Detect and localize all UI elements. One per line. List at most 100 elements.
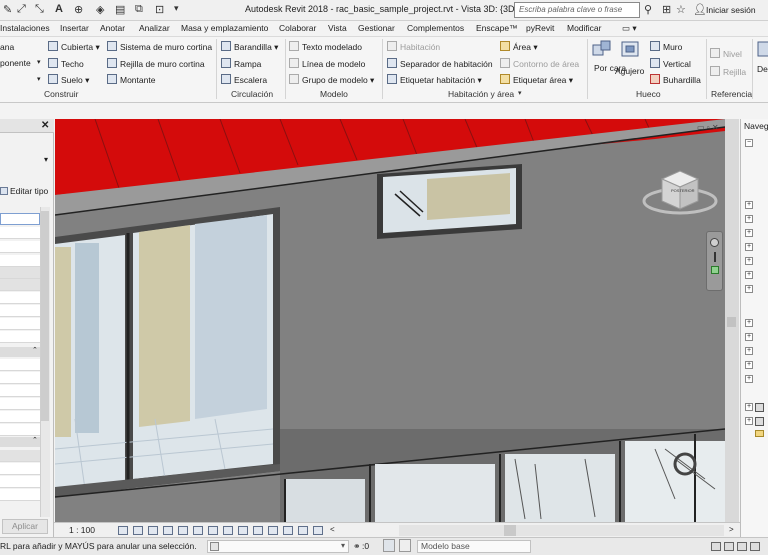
reveal-constraints-icon[interactable] [313,526,323,535]
rendering-icon[interactable] [178,526,188,535]
search-input[interactable]: Escriba palabra clave o frase [514,2,640,18]
steering-wheel-icon[interactable] [710,238,719,247]
ribbon-vertical-opening-button[interactable]: Vertical [650,57,691,71]
tree-collapse-icon[interactable]: − [745,139,753,147]
analytical-model-icon[interactable] [283,526,293,535]
property-row[interactable] [0,318,40,330]
ribbon-area-boundary-button[interactable]: Contorno de área [500,57,579,71]
tree-expand-icon[interactable]: + [745,333,753,341]
tab-masa[interactable]: Masa y emplazamiento [181,23,268,33]
workplane-icon[interactable] [756,40,768,58]
login-link[interactable]: Iniciar sesión [706,5,756,15]
scroll-right-icon[interactable]: > [729,525,734,534]
viewport-vertical-scrollbar[interactable] [725,119,739,522]
property-row[interactable] [0,213,40,225]
user-icon[interactable]: 👤︎ [693,3,707,16]
ribbon-mullion-button[interactable]: Montante [107,73,155,87]
tree-expand-icon[interactable]: + [745,361,753,369]
tab-enscape[interactable]: Enscape™ [476,23,518,33]
tree-expand-icon[interactable]: + [745,319,753,327]
ribbon-roof-button[interactable]: Cubierta ▾ [48,40,100,54]
workplane-label[interactable]: De [757,62,768,76]
tree-expand-icon[interactable]: + [745,229,753,237]
property-row[interactable] [0,279,40,291]
ribbon-curtain-grid-button[interactable]: Rejilla de muro cortina [107,57,205,71]
ribbon-dormer-button[interactable]: Buhardilla [650,73,701,87]
tab-instalaciones[interactable]: Instalaciones [0,23,50,33]
chevron-down-icon[interactable]: ▾ [44,155,48,164]
ribbon-ceiling-button[interactable]: Techo [48,57,84,71]
property-row[interactable] [0,489,40,501]
property-row[interactable] [0,359,40,371]
property-row[interactable] [0,450,40,462]
properties-scroll-thumb[interactable] [41,211,49,421]
chevron-down-icon[interactable]: ▾ [37,73,41,87]
tab-gestionar[interactable]: Gestionar [358,23,395,33]
ribbon-floor-button[interactable]: Suelo ▾ [48,73,89,87]
property-row[interactable] [0,476,40,488]
main-model-dropdown[interactable]: Modelo base [417,540,531,553]
viewcube[interactable]: POSTERIOR [640,165,720,217]
ribbon-tag-area-button[interactable]: Etiquetar área ▾ [500,73,573,87]
chevron-down-icon[interactable]: ▾ [518,89,522,97]
ribbon-item-ventana[interactable]: ana [0,40,14,54]
shadows-icon[interactable] [163,526,173,535]
viewport-horizontal-scrollbar[interactable] [399,525,724,536]
tree-expand-icon[interactable]: + [745,201,753,209]
property-row[interactable] [0,227,40,239]
tab-insertar[interactable]: Insertar [60,23,89,33]
ribbon-area-button[interactable]: Área ▾ [500,40,538,54]
horizontal-scroll-thumb[interactable] [504,525,516,536]
3d-viewport[interactable] [55,119,725,522]
property-row[interactable] [0,424,40,436]
sun-path-icon[interactable] [148,526,158,535]
ribbon-wall-opening-button[interactable]: Muro [650,40,682,54]
crop-view-icon[interactable] [193,526,203,535]
ribbon-level-button[interactable]: Nivel [710,47,742,61]
temp-hide-icon[interactable] [238,526,248,535]
pan-icon[interactable] [714,252,716,262]
section-icon[interactable]: ◈ [96,3,104,16]
reveal-hidden-icon[interactable] [253,526,263,535]
editable-only-icon[interactable] [383,539,395,552]
ribbon-grid-button[interactable]: Rejilla [710,65,746,79]
property-row[interactable] [0,372,40,384]
tree-expand-icon[interactable]: + [745,347,753,355]
vertical-scroll-thumb[interactable] [727,317,736,327]
3d-model-view[interactable] [55,119,725,522]
detail-level-icon[interactable] [118,526,128,535]
opening-by-face-icon[interactable] [592,40,612,58]
property-row[interactable] [0,331,40,343]
viewport-window-controls[interactable]: ▭ ▫ ✕ [697,123,719,132]
measure-icon[interactable]: ⤢ [17,3,26,16]
ribbon-stair-button[interactable]: Escalera [221,73,267,87]
select-underlay-icon[interactable] [724,542,734,551]
unlock-view-icon[interactable] [223,526,233,535]
tab-colaborar[interactable]: Colaborar [279,23,316,33]
ribbon-curtain-system-button[interactable]: Sistema de muro cortina [107,40,212,54]
select-links-icon[interactable] [711,542,721,551]
shaft-opening-icon[interactable] [620,40,640,58]
property-row[interactable] [0,267,40,279]
ribbon-model-group-button[interactable]: Grupo de modelo ▾ [289,73,374,87]
property-row[interactable] [0,385,40,397]
property-row[interactable] [0,411,40,423]
ribbon-model-line-button[interactable]: Línea de modelo [289,57,365,71]
tab-modificar[interactable]: Modificar [567,23,601,33]
ribbon-model-text-button[interactable]: Texto modelado [289,40,362,54]
shaft-opening-label[interactable]: Agujero [615,64,644,78]
ribbon-room-separator-button[interactable]: Separador de habitación [387,57,493,71]
property-row[interactable] [0,305,40,317]
close-icon[interactable]: ✕ [41,120,49,131]
drag-on-selection-icon[interactable] [750,542,760,551]
property-row[interactable] [0,292,40,304]
dimension-icon[interactable]: ⤡ [35,3,44,16]
ribbon-tag-room-button[interactable]: Etiquetar habitación ▾ [387,73,482,87]
tab-vista[interactable]: Vista [328,23,347,33]
tree-expand-icon[interactable]: + [745,375,753,383]
temp-view-props-icon[interactable] [268,526,278,535]
tree-expand-icon[interactable]: + [745,215,753,223]
property-row[interactable] [0,241,40,253]
visual-style-icon[interactable] [133,526,143,535]
text-icon[interactable]: A [55,3,63,15]
